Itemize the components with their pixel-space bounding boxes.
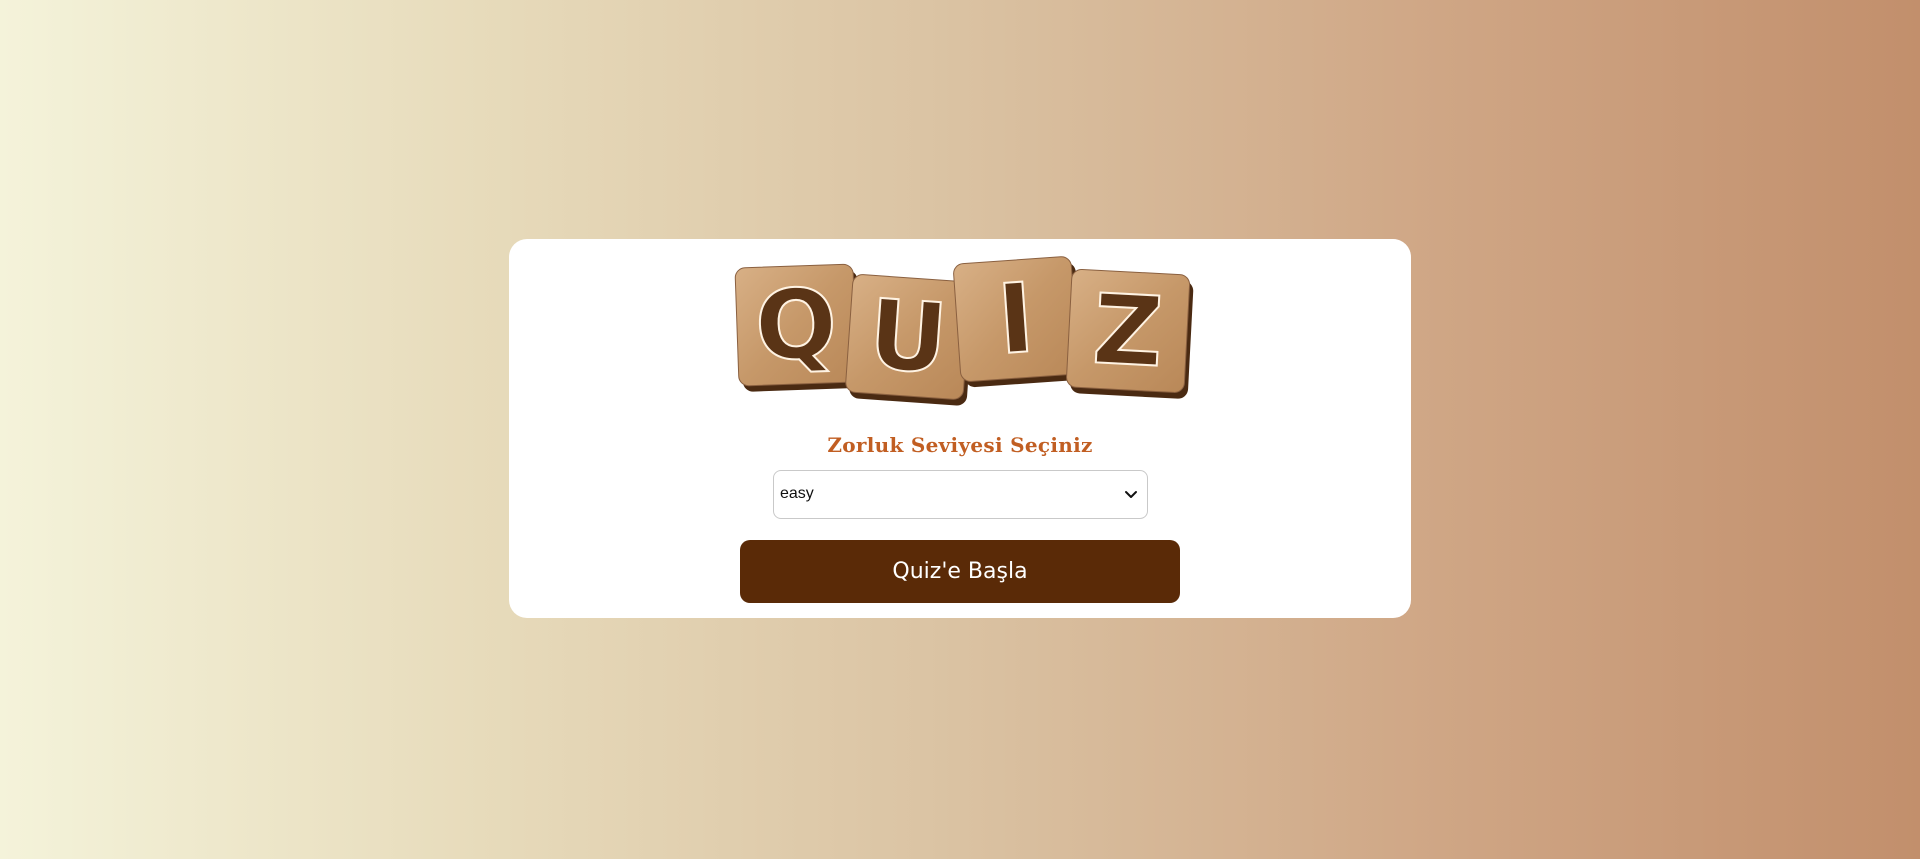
quiz-start-card: Q U I Z Zorluk Seviyesi Seçiniz easy Qui… bbox=[509, 239, 1411, 618]
difficulty-select[interactable]: easy bbox=[773, 470, 1148, 519]
logo-letter-u: U bbox=[865, 278, 951, 395]
logo-tile-i: I bbox=[953, 256, 1083, 388]
quiz-logo: Q U I Z bbox=[734, 256, 1194, 406]
logo-tile-z: Z bbox=[1066, 268, 1194, 399]
difficulty-selected-value: easy bbox=[780, 485, 814, 502]
logo-tile-q: Q bbox=[734, 263, 861, 392]
start-quiz-button[interactable]: Quiz'e Başla bbox=[740, 540, 1180, 603]
logo-letter-q: Q bbox=[753, 268, 838, 383]
difficulty-title: Zorluk Seviyesi Seçiniz bbox=[827, 433, 1093, 457]
logo-letter-z: Z bbox=[1090, 273, 1165, 388]
chevron-down-icon bbox=[1125, 491, 1137, 498]
